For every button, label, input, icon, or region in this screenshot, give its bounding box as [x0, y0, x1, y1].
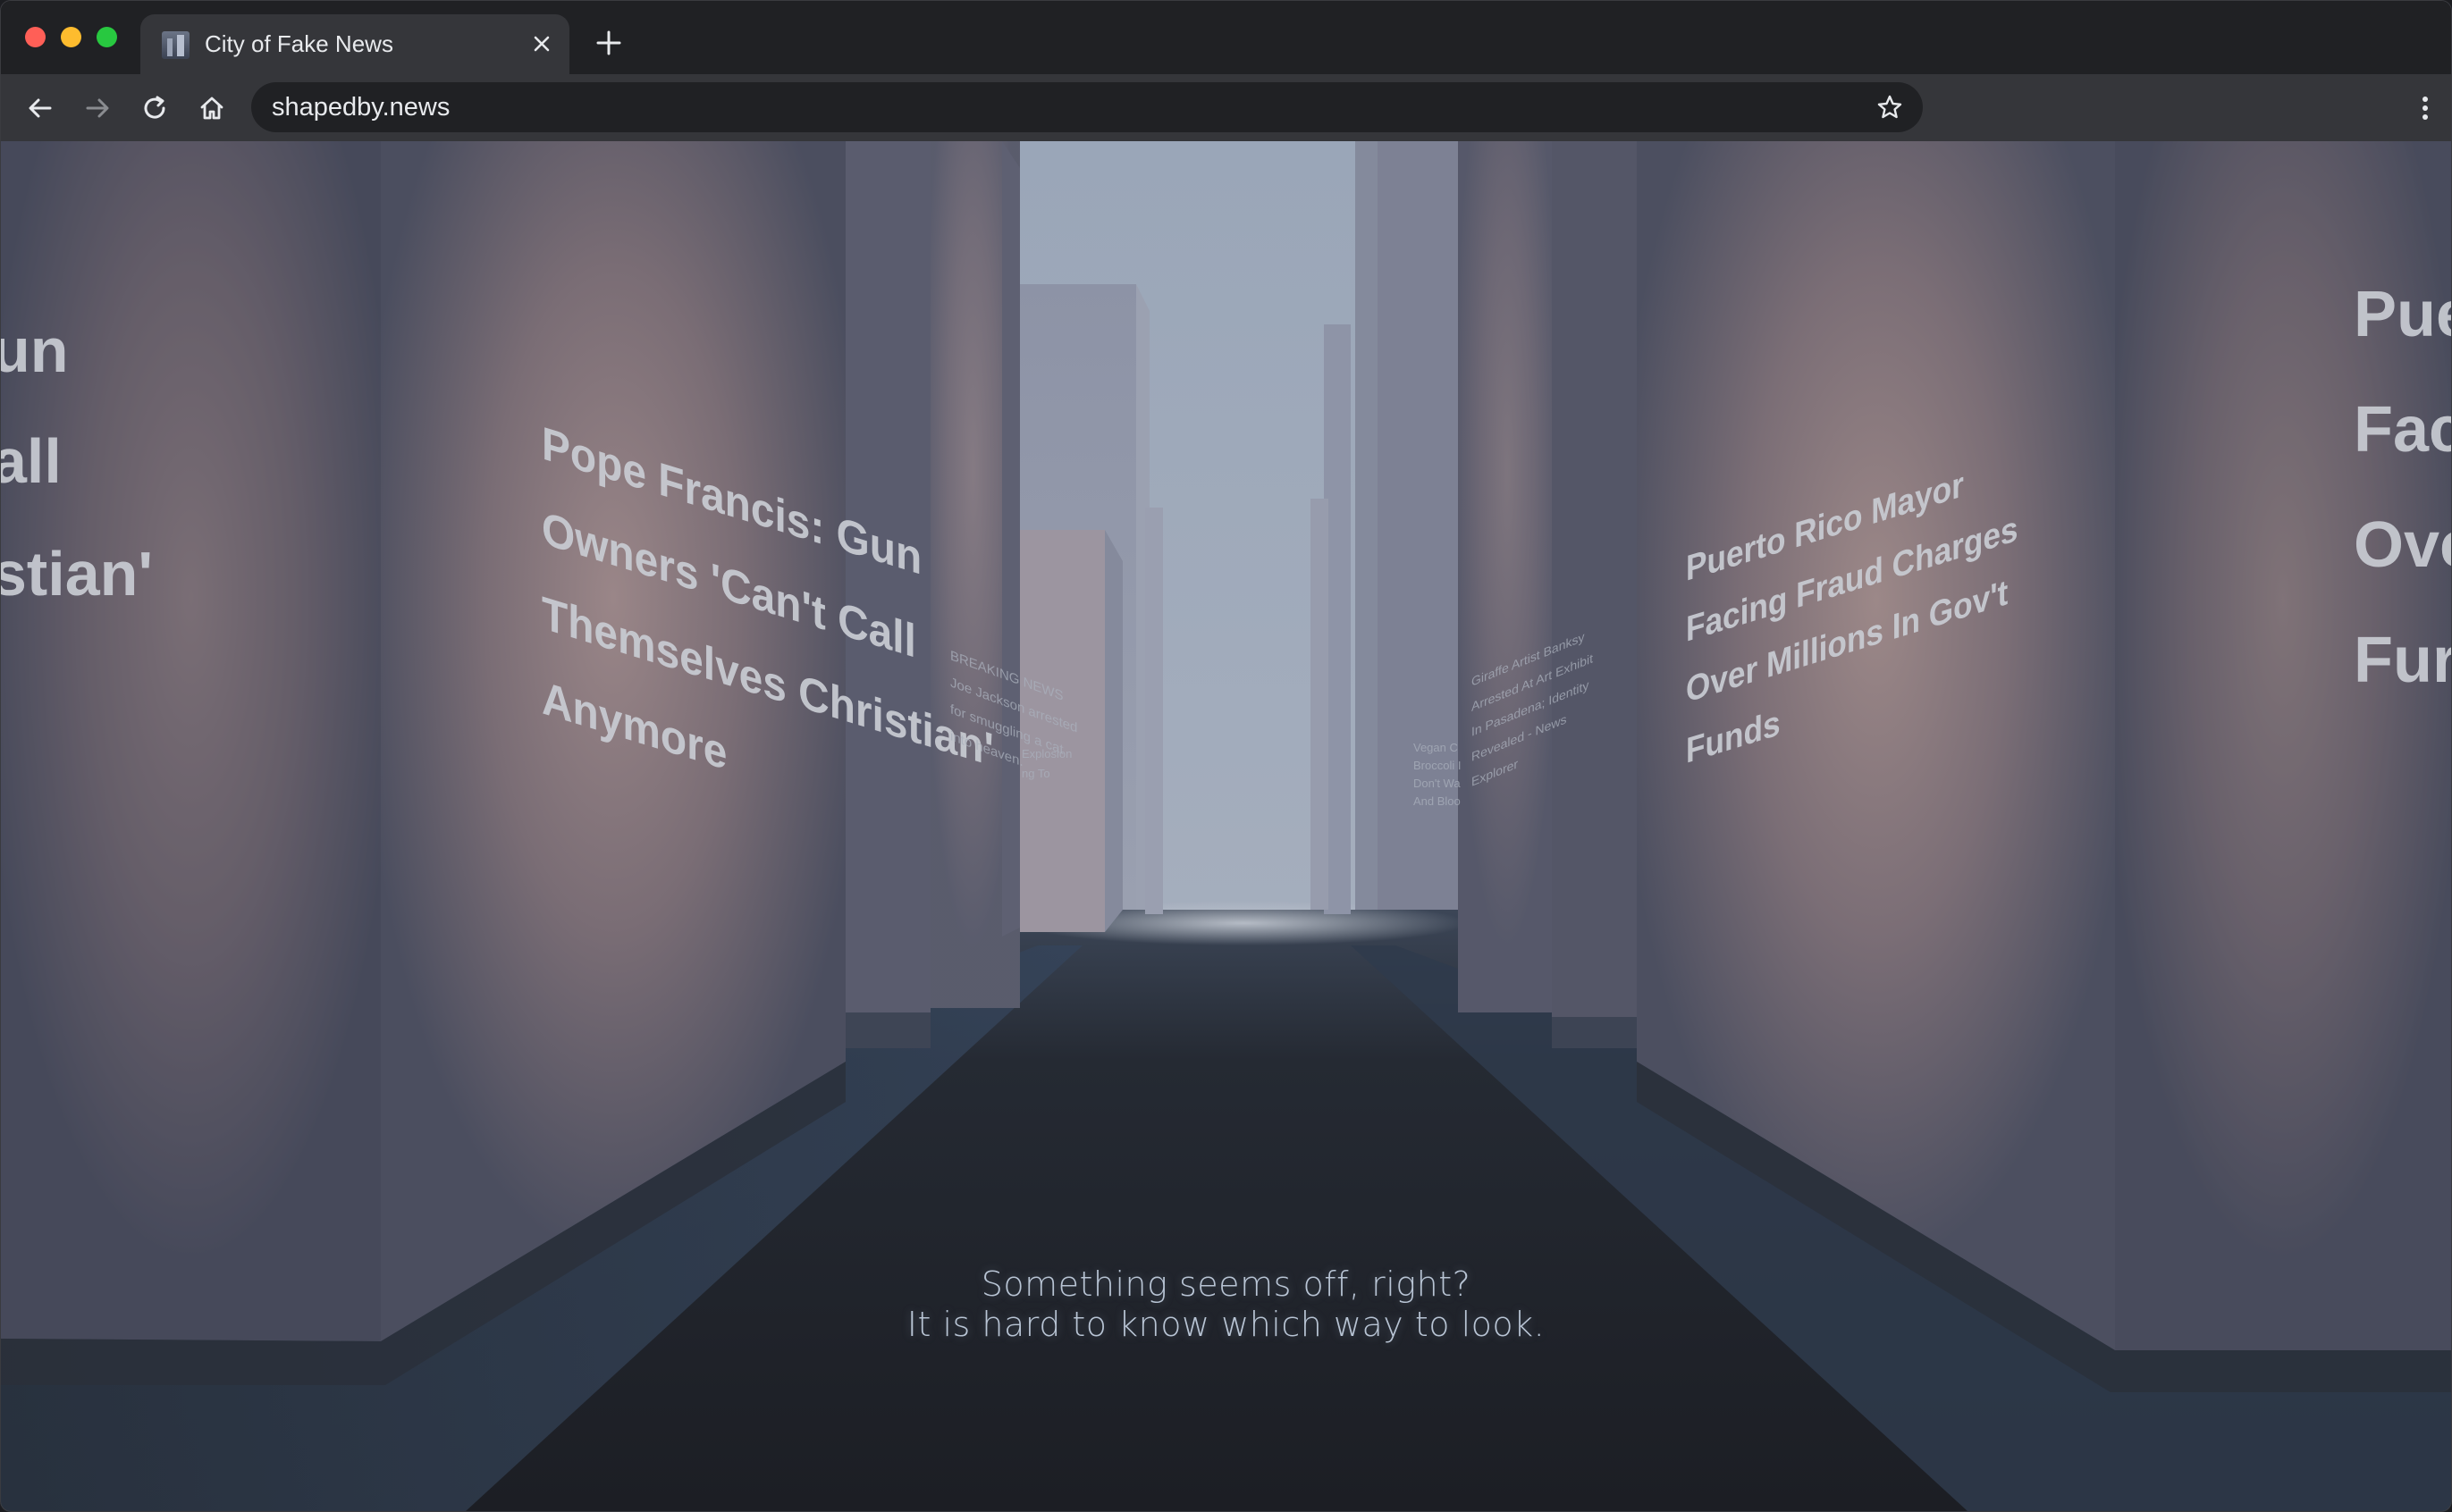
tab-city-of-fake-news[interactable]: City of Fake News — [140, 14, 569, 74]
browser-menu-icon[interactable] — [2412, 88, 2439, 128]
minimize-window-button[interactable] — [61, 27, 81, 47]
small-right-mid-line-3: Don't Wa — [1413, 777, 1461, 790]
tab-title: City of Fake News — [205, 30, 393, 57]
tab-strip: City of Fake News — [1, 1, 2451, 74]
site-favicon-icon — [162, 31, 190, 59]
browser-toolbar: shapedby.news — [1, 74, 2451, 141]
right-partial-line-3: Ove — [2354, 509, 2451, 581]
small-right-mid-line-4: And Bloo — [1413, 794, 1461, 808]
new-tab-plus-icon[interactable] — [591, 25, 627, 61]
left-partial-line-2: all — [1, 426, 62, 496]
bookmark-star-icon[interactable] — [1873, 90, 1907, 124]
back-arrow-icon[interactable] — [21, 88, 60, 128]
url-text: shapedby.news — [272, 93, 451, 122]
right-partial-line-1: Pue — [2354, 279, 2451, 350]
left-partial-line-3: stian' — [1, 539, 153, 609]
small-right-mid-line-1: Vegan C — [1413, 741, 1458, 754]
left-partial-line-1: un — [1, 315, 69, 385]
reload-icon[interactable] — [135, 88, 174, 128]
close-window-button[interactable] — [25, 27, 46, 47]
caption-line-1: Something seems off, right? — [981, 1264, 1471, 1304]
address-bar[interactable]: shapedby.news — [251, 82, 1923, 132]
maximize-window-button[interactable] — [97, 27, 117, 47]
home-icon[interactable] — [192, 88, 232, 128]
right-partial-line-2: Fac — [2354, 394, 2451, 466]
small-left-mid-line-1: Explosion — [1022, 747, 1072, 760]
forward-arrow-icon[interactable] — [78, 88, 117, 128]
caption-line-2: It is hard to know which way to look. — [906, 1305, 1546, 1344]
city-scene-canvas[interactable]: un all stian' Pope Francis: Gun Owners '… — [1, 141, 2451, 1511]
small-right-mid-line-2: Broccoli I — [1413, 759, 1461, 772]
browser-window: City of Fake News shapedby.news n ll sti… — [0, 0, 2452, 1512]
close-tab-icon[interactable] — [527, 29, 557, 59]
small-left-mid-line-2: ng To — [1022, 767, 1050, 780]
right-partial-line-4: Fur — [2354, 625, 2451, 696]
